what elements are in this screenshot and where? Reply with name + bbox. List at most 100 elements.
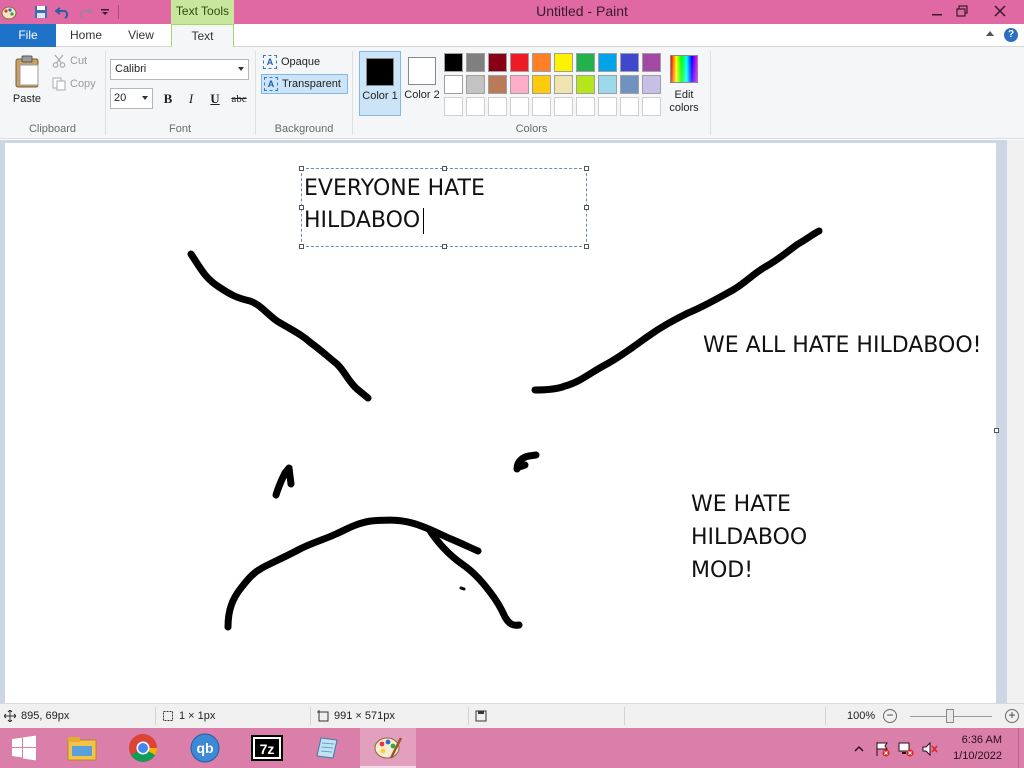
resize-handle-ne[interactable] bbox=[584, 166, 589, 171]
canvas-text-we-hate-line-2: HILDABOO bbox=[691, 525, 808, 550]
taskbar-qbittorrent[interactable]: qb bbox=[177, 728, 233, 768]
resize-handle-sw[interactable] bbox=[299, 244, 304, 249]
chevron-up-icon bbox=[854, 745, 864, 752]
underline-button[interactable]: U bbox=[205, 90, 225, 108]
resize-handle-s[interactable] bbox=[442, 244, 447, 249]
palette-color-swatch[interactable] bbox=[598, 75, 617, 94]
palette-color-swatch[interactable] bbox=[466, 75, 485, 94]
redo-icon[interactable] bbox=[76, 3, 94, 21]
customize-quick-access-icon[interactable] bbox=[96, 3, 114, 21]
chevron-down-icon bbox=[238, 67, 244, 71]
palette-color-swatch[interactable] bbox=[510, 75, 529, 94]
canvas-text-we-hate-line-3: MOD! bbox=[691, 558, 754, 583]
resize-handle-e[interactable] bbox=[584, 205, 589, 210]
color2-label: Color 2 bbox=[404, 89, 440, 101]
tab-home[interactable]: Home bbox=[58, 24, 114, 47]
system-clock[interactable]: 6:36 AM 1/10/2022 bbox=[942, 732, 1002, 764]
taskbar: qb 7z 6:36 AM 1/10/2022 bbox=[0, 728, 1024, 768]
bold-button[interactable]: B bbox=[158, 90, 178, 108]
palette-color-swatch[interactable] bbox=[532, 75, 551, 94]
palette-custom-slot[interactable] bbox=[598, 97, 617, 116]
palette-custom-slot[interactable] bbox=[532, 97, 551, 116]
cut-button[interactable]: Cut bbox=[52, 54, 87, 68]
svg-text:7z: 7z bbox=[260, 741, 275, 757]
resize-handle-se[interactable] bbox=[584, 244, 589, 249]
resize-handle-n[interactable] bbox=[442, 166, 447, 171]
paint-app-icon[interactable] bbox=[0, 3, 18, 21]
strikethrough-button[interactable]: abc bbox=[228, 90, 250, 108]
font-size-dropdown[interactable]: 20 bbox=[110, 88, 153, 109]
paste-button[interactable]: Paste bbox=[6, 51, 48, 111]
palette-custom-slot[interactable] bbox=[576, 97, 595, 116]
minimize-ribbon-icon[interactable] bbox=[986, 31, 994, 36]
palette-color-swatch[interactable] bbox=[488, 75, 507, 94]
palette-color-swatch[interactable] bbox=[554, 53, 573, 72]
tab-file[interactable]: File bbox=[0, 24, 56, 47]
palette-custom-slot[interactable] bbox=[620, 97, 639, 116]
palette-color-swatch[interactable] bbox=[576, 53, 595, 72]
palette-color-swatch[interactable] bbox=[576, 75, 595, 94]
folder-icon bbox=[67, 737, 97, 761]
edit-colors-button[interactable]: Edit colors bbox=[664, 51, 704, 117]
taskbar-file-explorer[interactable] bbox=[54, 728, 110, 768]
edit-colors-label: Edit colors bbox=[669, 89, 699, 114]
vertical-scrollbar[interactable] bbox=[1007, 140, 1024, 703]
palette-custom-slot[interactable] bbox=[488, 97, 507, 116]
color2-button[interactable]: Color 2 bbox=[403, 51, 441, 116]
colors-group-label: Colors bbox=[515, 123, 548, 135]
ribbon: Paste Cut Copy Clipboard Calibri 20 B I … bbox=[0, 47, 1024, 139]
drawing-canvas[interactable]: EVERYONE HATE HILDABOO WE ALL HATE HILDA… bbox=[5, 143, 996, 703]
ink-stroke-left-eyebrow bbox=[187, 250, 372, 402]
help-button[interactable]: ? bbox=[1004, 28, 1018, 42]
clipboard-group-label: Clipboard bbox=[28, 123, 77, 135]
taskbar-paint[interactable] bbox=[360, 728, 416, 768]
copy-button[interactable]: Copy bbox=[52, 77, 96, 91]
zoom-slider-thumb[interactable] bbox=[946, 709, 954, 723]
resize-handle-nw[interactable] bbox=[299, 166, 304, 171]
palette-custom-slot[interactable] bbox=[554, 97, 573, 116]
volume-muted-icon[interactable] bbox=[922, 741, 938, 757]
start-button[interactable] bbox=[0, 728, 48, 768]
transparent-button[interactable]: A Transparent bbox=[261, 74, 348, 94]
zoom-in-button[interactable]: + bbox=[1005, 709, 1019, 723]
palette-color-swatch[interactable] bbox=[554, 75, 573, 94]
palette-color-swatch[interactable] bbox=[532, 53, 551, 72]
canvas-resize-handle-right[interactable] bbox=[994, 428, 999, 433]
show-desktop-button[interactable] bbox=[1018, 728, 1024, 768]
action-center-flag-icon[interactable] bbox=[874, 741, 890, 757]
font-family-dropdown[interactable]: Calibri bbox=[110, 59, 249, 80]
palette-color-swatch[interactable] bbox=[598, 53, 617, 72]
network-icon[interactable] bbox=[898, 741, 914, 757]
taskbar-7zip[interactable]: 7z bbox=[239, 728, 295, 768]
zoom-out-button[interactable]: − bbox=[883, 709, 897, 723]
taskbar-chrome[interactable] bbox=[115, 728, 171, 768]
palette-color-swatch[interactable] bbox=[488, 53, 507, 72]
palette-custom-slot[interactable] bbox=[444, 97, 463, 116]
taskbar-notepad[interactable] bbox=[299, 728, 355, 768]
palette-color-swatch[interactable] bbox=[642, 53, 661, 72]
restore-button[interactable] bbox=[945, 0, 979, 22]
color1-button[interactable]: Color 1 bbox=[359, 51, 401, 116]
palette-color-swatch[interactable] bbox=[466, 53, 485, 72]
italic-button[interactable]: I bbox=[181, 90, 201, 108]
palette-color-swatch[interactable] bbox=[620, 75, 639, 94]
palette-custom-slot[interactable] bbox=[642, 97, 661, 116]
show-hidden-icons-button[interactable] bbox=[851, 741, 867, 757]
tab-text[interactable]: Text bbox=[171, 24, 234, 48]
close-button[interactable] bbox=[982, 0, 1018, 22]
palette-color-swatch[interactable] bbox=[444, 53, 463, 72]
tab-view[interactable]: View bbox=[114, 24, 168, 47]
zoom-level-text: 100% bbox=[847, 710, 876, 722]
notepad-icon bbox=[316, 737, 338, 759]
file-size bbox=[475, 710, 487, 722]
palette-custom-slot[interactable] bbox=[466, 97, 485, 116]
palette-color-swatch[interactable] bbox=[620, 53, 639, 72]
palette-custom-slot[interactable] bbox=[510, 97, 529, 116]
palette-color-swatch[interactable] bbox=[510, 53, 529, 72]
palette-color-swatch[interactable] bbox=[444, 75, 463, 94]
opaque-button[interactable]: A Opaque bbox=[261, 52, 348, 72]
palette-color-swatch[interactable] bbox=[642, 75, 661, 94]
undo-icon[interactable] bbox=[54, 3, 72, 21]
close-icon bbox=[994, 5, 1006, 17]
save-quick-icon[interactable] bbox=[32, 3, 50, 21]
